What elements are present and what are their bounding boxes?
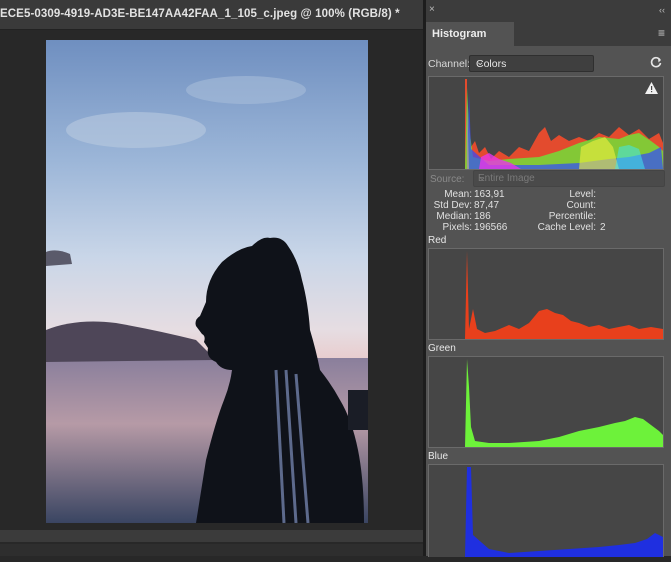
panel-header: × ‹‹ bbox=[426, 0, 671, 22]
cache-level-value: 2 bbox=[600, 222, 606, 233]
colors-histogram-graph bbox=[465, 79, 663, 169]
green-histogram bbox=[428, 356, 664, 448]
cache-level-label: Cache Level: bbox=[537, 222, 596, 233]
channel-dropdown[interactable]: Colors ⌄ bbox=[469, 55, 594, 72]
red-channel-label: Red bbox=[428, 235, 447, 246]
close-icon[interactable]: × bbox=[429, 4, 435, 15]
panel-tab-strip bbox=[514, 22, 671, 46]
green-histogram-graph bbox=[465, 359, 663, 447]
document-canvas[interactable]: ECE5-0309-4919-AD3E-BE147AA42FAA_1_105_c… bbox=[0, 0, 423, 556]
red-histogram bbox=[428, 248, 664, 340]
pixels-label: Pixels: bbox=[442, 222, 472, 233]
green-histogram-fill bbox=[465, 359, 663, 447]
mean-label: Mean: bbox=[444, 189, 472, 200]
stddev-label: Std Dev: bbox=[433, 200, 472, 211]
tab-histogram[interactable]: Histogram bbox=[426, 22, 514, 46]
histogram-panel: × ‹‹ Histogram ≡ Channel: Colors ⌄ Sourc… bbox=[426, 0, 671, 557]
document-tab[interactable]: ECE5-0309-4919-AD3E-BE147AA42FAA_1_105_c… bbox=[0, 0, 423, 30]
document-tab-title: ECE5-0309-4919-AD3E-BE147AA42FAA_1_105_c… bbox=[0, 8, 400, 20]
level-label: Level: bbox=[569, 189, 596, 200]
blue-histogram-fill bbox=[465, 467, 663, 557]
blue-histogram bbox=[428, 464, 664, 557]
stddev-value: 87,47 bbox=[474, 200, 500, 211]
source-dropdown[interactable]: Entire Image ⌄ bbox=[473, 170, 665, 187]
collapse-icon[interactable]: ‹‹ bbox=[659, 5, 665, 15]
panel-menu-icon[interactable]: ≡ bbox=[658, 26, 665, 40]
horizontal-scrollbar[interactable] bbox=[0, 530, 423, 542]
green-channel-label: Green bbox=[428, 343, 456, 354]
source-label: Source: bbox=[430, 174, 465, 185]
channel-label: Channel: bbox=[428, 58, 471, 70]
red-histogram-fill bbox=[465, 251, 663, 339]
blue-histogram-graph bbox=[465, 467, 663, 557]
blue-channel-label: Blue bbox=[428, 451, 449, 462]
refresh-icon[interactable] bbox=[649, 55, 663, 69]
document-image[interactable] bbox=[46, 40, 368, 523]
status-bar bbox=[0, 544, 423, 556]
percentile-label: Percentile: bbox=[548, 211, 596, 222]
chevron-down-icon: ⌄ bbox=[476, 57, 485, 68]
red-histogram-graph bbox=[465, 251, 663, 339]
median-label: Median: bbox=[436, 211, 472, 222]
colors-histogram bbox=[428, 76, 664, 170]
chevron-down-icon: ⌄ bbox=[478, 172, 487, 183]
photo-silhouette bbox=[46, 40, 368, 523]
count-label: Count: bbox=[566, 200, 596, 211]
mean-value: 163,91 bbox=[474, 189, 505, 200]
tab-histogram-label: Histogram bbox=[432, 28, 487, 40]
warning-icon[interactable] bbox=[645, 82, 658, 94]
pixels-value: 196566 bbox=[474, 222, 508, 233]
median-value: 186 bbox=[474, 211, 491, 222]
